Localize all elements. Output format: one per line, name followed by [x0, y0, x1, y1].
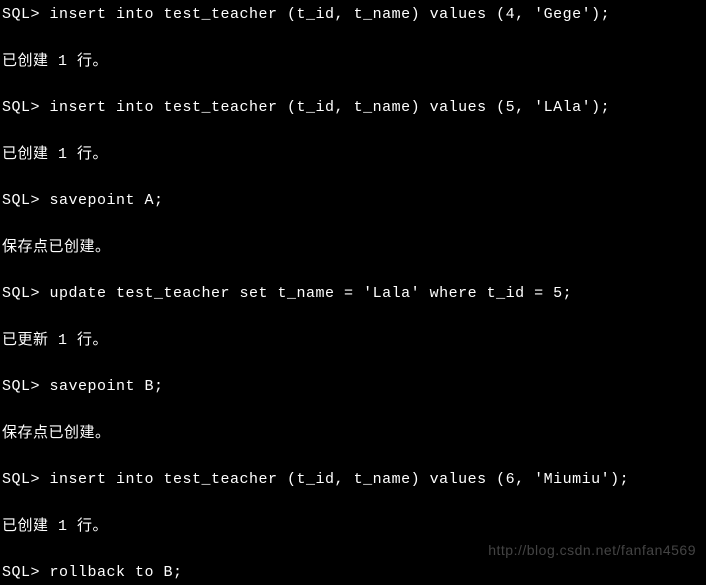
output-line: 已创建 1 行。 [2, 516, 704, 539]
output-line: 已创建 1 行。 [2, 144, 704, 167]
sql-command: insert into test_teacher (t_id, t_name) … [50, 99, 611, 116]
output-line: 已创建 1 行。 [2, 51, 704, 74]
blank-line [2, 122, 704, 144]
watermark-text: http://blog.csdn.net/fanfan4569 [488, 540, 696, 561]
sql-prompt: SQL> [2, 564, 50, 581]
command-line: SQL> savepoint B; [2, 376, 704, 399]
command-line: SQL> rollback to B; [2, 562, 704, 585]
output-line: 保存点已创建。 [2, 237, 704, 260]
command-line: SQL> savepoint A; [2, 190, 704, 213]
sql-command: update test_teacher set t_name = 'Lala' … [50, 285, 573, 302]
sql-command: savepoint B; [50, 378, 164, 395]
command-line: SQL> update test_teacher set t_name = 'L… [2, 283, 704, 306]
sql-command: savepoint A; [50, 192, 164, 209]
blank-line [2, 447, 704, 469]
blank-line [2, 401, 704, 423]
blank-line [2, 494, 704, 516]
sql-prompt: SQL> [2, 471, 50, 488]
blank-line [2, 308, 704, 330]
sql-prompt: SQL> [2, 285, 50, 302]
sql-command: rollback to B; [50, 564, 183, 581]
command-line: SQL> insert into test_teacher (t_id, t_n… [2, 97, 704, 120]
sql-prompt: SQL> [2, 6, 50, 23]
output-line: 保存点已创建。 [2, 423, 704, 446]
sql-prompt: SQL> [2, 378, 50, 395]
command-line: SQL> insert into test_teacher (t_id, t_n… [2, 469, 704, 492]
sql-command: insert into test_teacher (t_id, t_name) … [50, 471, 630, 488]
blank-line [2, 261, 704, 283]
sql-prompt: SQL> [2, 192, 50, 209]
blank-line [2, 168, 704, 190]
sql-prompt: SQL> [2, 99, 50, 116]
command-line: SQL> insert into test_teacher (t_id, t_n… [2, 4, 704, 27]
output-line: 已更新 1 行。 [2, 330, 704, 353]
terminal-output: SQL> insert into test_teacher (t_id, t_n… [2, 4, 704, 585]
blank-line [2, 75, 704, 97]
blank-line [2, 354, 704, 376]
blank-line [2, 215, 704, 237]
blank-line [2, 29, 704, 51]
sql-command: insert into test_teacher (t_id, t_name) … [50, 6, 611, 23]
